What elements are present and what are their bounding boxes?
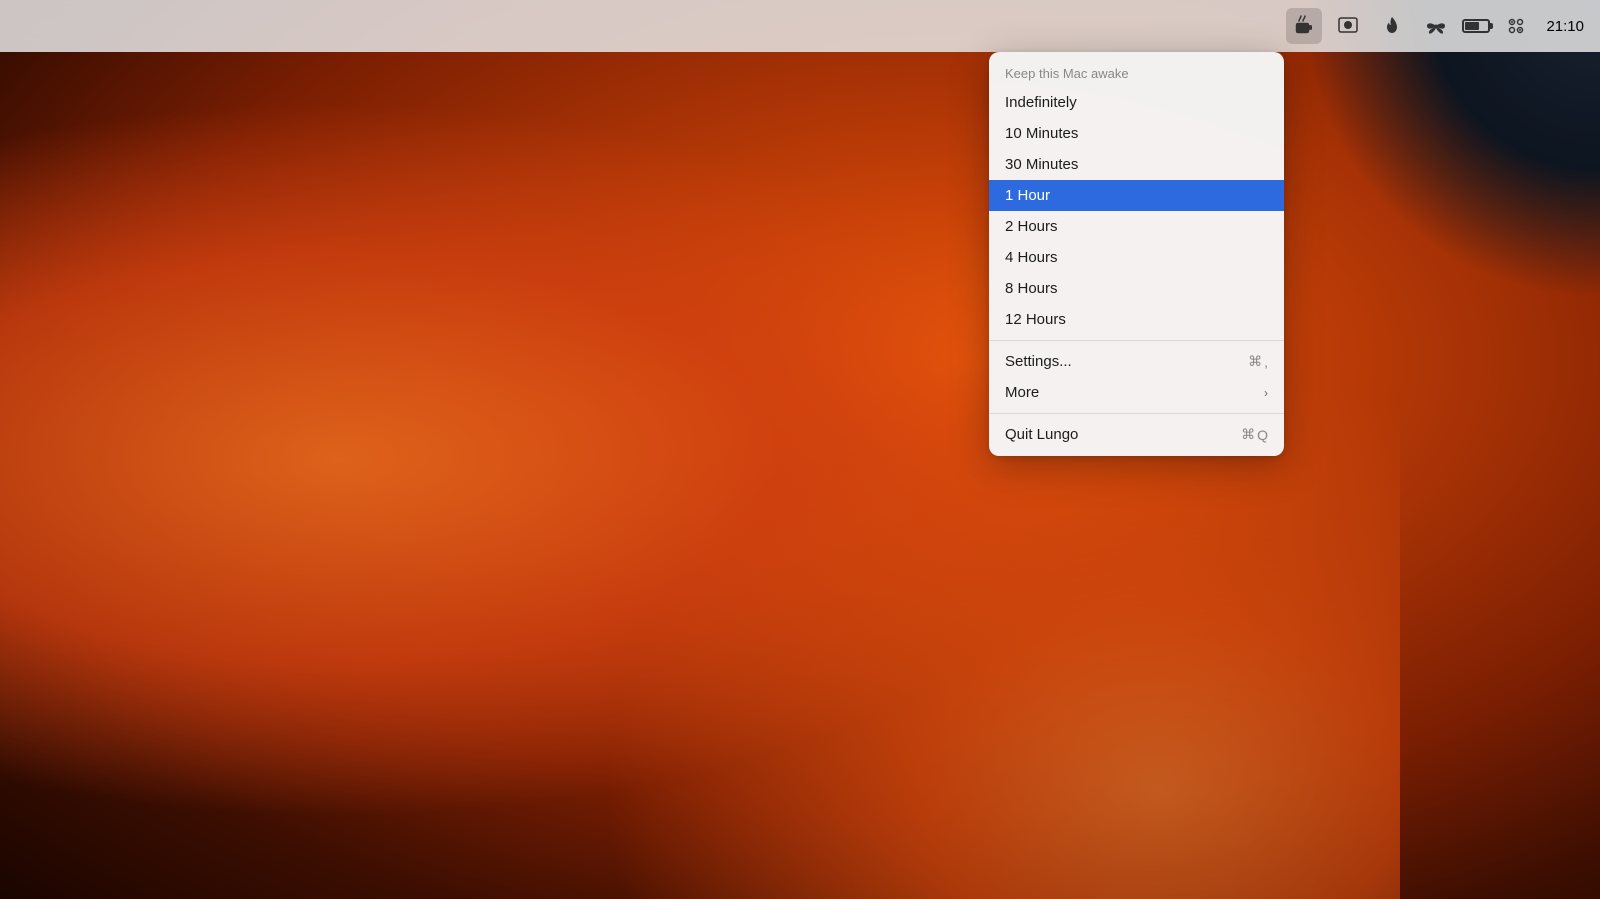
menu-item-12-hours[interactable]: 12 Hours — [989, 304, 1284, 335]
menu-item-label: 1 Hour — [1005, 187, 1050, 204]
menu-item-label: 8 Hours — [1005, 280, 1058, 297]
menubar-clock[interactable]: 21:10 — [1546, 18, 1584, 35]
menu-item-label: 4 Hours — [1005, 249, 1058, 266]
menu-item-label: 30 Minutes — [1005, 156, 1078, 173]
menubar: 21:10 — [0, 0, 1600, 52]
menu-item-2-hours[interactable]: 2 Hours — [989, 211, 1284, 242]
menubar-items: 21:10 — [1286, 8, 1584, 44]
quit-shortcut: ⌘ Q — [1241, 426, 1268, 443]
menu-item-4-hours[interactable]: 4 Hours — [989, 242, 1284, 273]
control-center-icon[interactable] — [1498, 8, 1534, 44]
cmd-symbol: ⌘ — [1248, 353, 1262, 370]
menu-item-label: 12 Hours — [1005, 311, 1066, 328]
menu-item-indefinitely[interactable]: Indefinitely — [989, 87, 1284, 118]
lungo-coffee-icon[interactable] — [1286, 8, 1322, 44]
battery-fill — [1465, 22, 1478, 30]
droplr-icon[interactable] — [1330, 8, 1366, 44]
lungo-dropdown-menu: Keep this Mac awake Indefinitely 10 Minu… — [989, 52, 1284, 456]
menu-item-label: 2 Hours — [1005, 218, 1058, 235]
menu-item-8-hours[interactable]: 8 Hours — [989, 273, 1284, 304]
desktop-background — [0, 0, 1600, 899]
menu-item-label: Quit Lungo — [1005, 426, 1078, 443]
menu-item-more[interactable]: More › — [989, 377, 1284, 408]
cmd-symbol: ⌘ — [1241, 426, 1255, 443]
butterfly-icon[interactable] — [1418, 8, 1454, 44]
shortcut-key: , — [1264, 354, 1268, 370]
menu-divider-1 — [989, 340, 1284, 341]
battery-body — [1462, 19, 1490, 33]
settings-shortcut: ⌘ , — [1248, 353, 1268, 370]
chevron-right-icon: › — [1264, 386, 1268, 400]
menu-item-quit[interactable]: Quit Lungo ⌘ Q — [989, 419, 1284, 450]
menu-divider-2 — [989, 413, 1284, 414]
menu-item-30-minutes[interactable]: 30 Minutes — [989, 149, 1284, 180]
menu-item-label: Indefinitely — [1005, 94, 1077, 111]
flame-icon[interactable] — [1374, 8, 1410, 44]
menu-item-10-minutes[interactable]: 10 Minutes — [989, 118, 1284, 149]
menu-item-label: 10 Minutes — [1005, 125, 1078, 142]
shortcut-key: Q — [1257, 427, 1268, 443]
menu-item-label: More — [1005, 384, 1039, 401]
menu-item-1-hour[interactable]: 1 Hour — [989, 180, 1284, 211]
menu-item-settings[interactable]: Settings... ⌘ , — [989, 346, 1284, 377]
menu-header: Keep this Mac awake — [989, 58, 1284, 87]
battery-icon — [1462, 19, 1490, 33]
menu-item-label: Settings... — [1005, 353, 1072, 370]
